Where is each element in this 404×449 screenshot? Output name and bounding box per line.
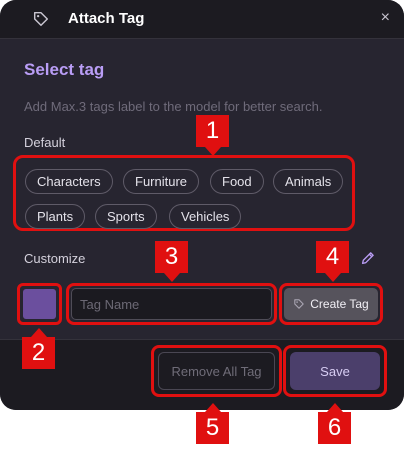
tag-outline-icon: [294, 299, 304, 309]
tag-chip-sports[interactable]: Sports: [95, 204, 157, 229]
attach-tag-dialog: Attach Tag × Select tag Add Max.3 tags l…: [0, 0, 404, 410]
tag-chip-vehicles[interactable]: Vehicles: [169, 204, 242, 229]
annotation-badge-1: 1: [196, 115, 229, 147]
annotation-badge-6: 6: [318, 412, 351, 444]
annotation-pointer-6: [327, 403, 343, 412]
annotation-pointer-5: [205, 403, 221, 412]
tag-chip-characters[interactable]: Characters: [25, 169, 113, 194]
save-wrapper: Save: [283, 345, 387, 397]
customize-label: Customize: [24, 251, 86, 266]
save-button[interactable]: Save: [290, 352, 380, 390]
tag-icon: [33, 11, 49, 27]
section-description: Add Max.3 tags label to the model for be…: [24, 99, 323, 114]
tag-name-field-wrapper: [66, 283, 277, 325]
tag-chip-food[interactable]: Food: [210, 169, 264, 194]
annotation-pointer-2: [31, 328, 47, 337]
default-tags-label: Default: [24, 135, 66, 150]
annotation-badge-2: 2: [22, 337, 55, 369]
pencil-icon[interactable]: [359, 249, 377, 267]
annotation-pointer-1: [205, 147, 221, 156]
dialog-header: Attach Tag ×: [0, 0, 404, 39]
dialog-title: Attach Tag: [68, 10, 145, 27]
annotation-pointer-4: [325, 273, 341, 282]
remove-all-wrapper: Remove All Tag: [151, 345, 282, 397]
section-title: Select tag: [24, 60, 105, 79]
close-icon[interactable]: ×: [381, 9, 390, 27]
tag-chip-plants[interactable]: Plants: [25, 204, 86, 229]
tag-color-swatch[interactable]: [23, 289, 56, 319]
annotation-badge-5: 5: [196, 412, 229, 444]
tag-color-picker[interactable]: [17, 283, 62, 325]
annotation-badge-3: 3: [155, 241, 188, 273]
annotation-pointer-3: [164, 273, 180, 282]
create-tag-button[interactable]: Create Tag: [284, 288, 378, 320]
tag-name-input[interactable]: [71, 288, 272, 320]
default-tag-group: Characters Furniture Food Animals Plants…: [13, 155, 355, 231]
create-tag-wrapper: Create Tag: [279, 283, 383, 325]
tag-chip-furniture[interactable]: Furniture: [123, 169, 200, 194]
tag-chip-animals[interactable]: Animals: [273, 169, 344, 194]
remove-all-tag-button[interactable]: Remove All Tag: [158, 352, 275, 390]
annotation-badge-4: 4: [316, 241, 349, 273]
create-tag-label: Create Tag: [310, 297, 369, 311]
